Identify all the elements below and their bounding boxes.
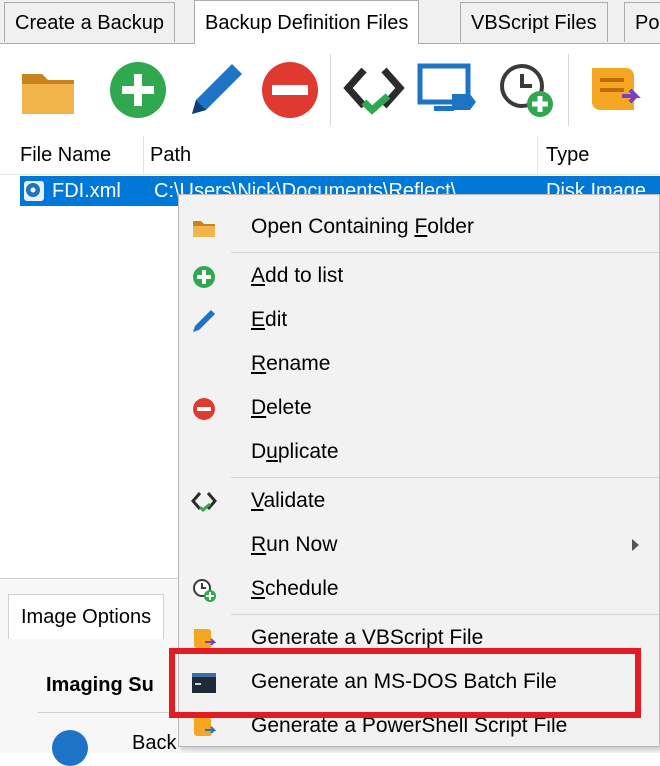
row-file-name: FDI.xml	[52, 180, 121, 202]
menu-label-post: chedule	[265, 577, 339, 600]
backup-icon	[52, 730, 88, 766]
menu-label-pre: Open Containing	[251, 215, 415, 238]
tab-backup-definition-files[interactable]: Backup Definition Files	[194, 0, 420, 44]
menu-label-post: dd to list	[265, 264, 344, 287]
menu-label-post: un Now	[266, 533, 338, 556]
edit-icon	[191, 308, 217, 334]
menu-item-duplicate[interactable]: Duplicate	[179, 432, 659, 472]
menu-label: Generate a PowerShell Script File	[251, 714, 568, 737]
menu-label-mnemonic: R	[251, 533, 267, 556]
column-file-name[interactable]: File Name	[14, 136, 144, 174]
menu-label-post: older	[427, 215, 474, 238]
menu-separator	[231, 252, 659, 253]
menu-item-run-now[interactable]: Run Now	[179, 525, 659, 565]
menu-item-validate[interactable]: Validate	[179, 481, 659, 521]
menu-item-schedule[interactable]: Schedule	[179, 569, 659, 609]
add-icon[interactable]	[106, 58, 170, 122]
validate-icon	[191, 489, 217, 515]
edit-icon[interactable]	[184, 58, 248, 122]
menu-label-mnemonic: V	[251, 489, 264, 512]
submenu-arrow-icon	[632, 539, 639, 551]
menu-label-mnemonic: E	[251, 308, 266, 331]
folder-icon[interactable]	[18, 58, 82, 122]
run-icon[interactable]	[416, 58, 480, 122]
column-path[interactable]: Path	[144, 136, 538, 174]
script-icon[interactable]	[582, 58, 646, 122]
menu-item-add-to-list[interactable]: Add to list	[179, 256, 659, 296]
menu-label: Generate a VBScript File	[251, 626, 484, 649]
column-type[interactable]: Type	[540, 136, 660, 174]
menu-label-mnemonic: D	[251, 396, 267, 419]
tab-bar: Create a Backup Backup Definition Files …	[0, 0, 660, 44]
menu-item-generate-vbscript[interactable]: Generate a VBScript File	[179, 618, 659, 658]
schedule-icon[interactable]	[494, 58, 558, 122]
powershell-icon	[191, 714, 217, 740]
toolbar	[0, 44, 660, 136]
menu-label-post: plicate	[277, 440, 339, 463]
menu-label-post: dit	[265, 308, 288, 331]
menu-label-mnemonic: S	[251, 577, 266, 600]
folder-icon	[191, 215, 217, 241]
imaging-summary-heading: Imaging Su	[46, 674, 154, 696]
menu-label-mnemonic: A	[251, 264, 266, 287]
menu-separator	[231, 614, 659, 615]
schedule-icon	[191, 577, 217, 603]
delete-icon	[191, 396, 217, 422]
vbscript-icon	[191, 626, 217, 652]
menu-separator	[231, 477, 659, 478]
file-list-header: File Name Path Type	[0, 136, 660, 175]
menu-item-open-containing-folder[interactable]: Open Containing Folder	[179, 207, 659, 247]
menu-item-edit[interactable]: Edit	[179, 300, 659, 340]
context-menu: Open Containing Folder Add to list Edit …	[178, 194, 660, 747]
menu-label-post: alidate	[263, 489, 326, 512]
menu-label-pre: D	[251, 440, 267, 463]
menu-item-rename[interactable]: Rename	[179, 344, 659, 384]
toolbar-separator	[568, 54, 569, 126]
validate-icon[interactable]	[342, 58, 406, 122]
backup-label: Back	[132, 732, 177, 754]
menu-label-post: elete	[266, 396, 312, 419]
menu-label-mnemonic: R	[251, 352, 267, 375]
summary-divider	[38, 712, 198, 713]
batch-file-icon	[191, 670, 217, 696]
menu-label-mnemonic: F	[414, 215, 428, 238]
xml-file-icon	[22, 179, 46, 203]
add-icon	[191, 264, 217, 290]
tab-image-options[interactable]: Image Options	[8, 594, 165, 639]
tab-create-backup[interactable]: Create a Backup	[4, 2, 175, 42]
menu-label: Generate an MS-DOS Batch File	[251, 670, 557, 693]
tab-powershell-partial[interactable]: Po	[624, 2, 660, 42]
menu-item-delete[interactable]: Delete	[179, 388, 659, 428]
menu-label-post: ename	[266, 352, 331, 375]
menu-item-generate-batch-file[interactable]: Generate an MS-DOS Batch File	[179, 662, 659, 702]
delete-icon[interactable]	[258, 58, 322, 122]
menu-label-mnemonic: u	[266, 440, 278, 463]
tab-vbscript-files[interactable]: VBScript Files	[460, 2, 608, 42]
toolbar-separator	[330, 54, 331, 126]
menu-item-generate-powershell[interactable]: Generate a PowerShell Script File	[179, 706, 659, 746]
